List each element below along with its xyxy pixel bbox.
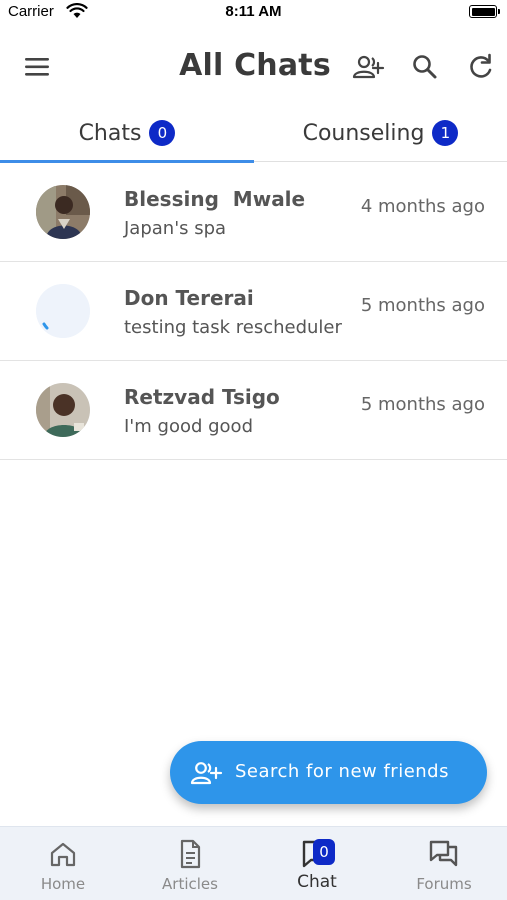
app-header: All Chats <box>0 40 507 96</box>
chat-preview: Japan's spa <box>124 218 227 239</box>
add-friend-button[interactable] <box>352 52 386 82</box>
document-icon <box>180 839 201 869</box>
nav-chat-label: Chat <box>297 872 337 892</box>
loading-spinner-icon <box>36 284 90 338</box>
tab-counseling-label: Counseling <box>302 120 425 146</box>
forums-icon <box>429 840 458 867</box>
chat-timestamp: 4 months ago <box>360 196 485 217</box>
nav-forums-label: Forums <box>416 875 472 893</box>
hamburger-menu-icon <box>25 58 49 76</box>
tab-chats-badge: 0 <box>149 120 176 146</box>
status-bar: Carrier 8:11 AM <box>0 0 507 28</box>
nav-chat-badge: 0 <box>313 839 335 865</box>
chat-timestamp: 5 months ago <box>360 394 485 415</box>
chat-name: Blessing Mwale <box>124 187 306 211</box>
chat-list-item[interactable]: Don Tererai testing task rescheduler 5 m… <box>0 262 507 361</box>
battery-icon <box>469 5 500 18</box>
search-new-friends-button[interactable]: Search for new friends <box>170 741 487 804</box>
chat-name: Retzvad Tsigo <box>124 385 280 409</box>
tab-chats[interactable]: Chats 0 <box>0 104 254 162</box>
nav-chat[interactable]: 0 Chat <box>254 827 380 900</box>
tab-counseling[interactable]: Counseling 1 <box>254 104 507 162</box>
chat-name: Don Tererai <box>124 286 254 310</box>
chat-list-item[interactable]: Blessing Mwale Japan's spa 4 months ago <box>0 163 507 262</box>
user-photo-avatar <box>36 185 90 239</box>
nav-forums[interactable]: Forums <box>381 827 507 900</box>
nav-home[interactable]: Home <box>0 827 126 900</box>
avatar <box>36 185 90 239</box>
chat-preview: I'm good good <box>124 416 253 437</box>
avatar <box>36 284 90 338</box>
nav-home-label: Home <box>40 875 86 893</box>
fab-label: Search for new friends <box>235 761 449 782</box>
chat-list: Blessing Mwale Japan's spa 4 months ago … <box>0 163 507 460</box>
menu-button[interactable] <box>20 52 54 82</box>
chat-list-item[interactable]: Retzvad Tsigo I'm good good 5 months ago <box>0 361 507 460</box>
refresh-button[interactable] <box>464 52 498 82</box>
person-add-icon <box>352 55 385 79</box>
person-add-icon <box>190 762 223 785</box>
page-title: All Chats <box>179 48 331 83</box>
search-button[interactable] <box>408 52 442 82</box>
nav-articles-label: Articles <box>162 875 218 893</box>
chat-timestamp: 5 months ago <box>360 295 485 316</box>
user-photo-avatar <box>36 383 90 437</box>
tab-chats-label: Chats <box>78 120 142 146</box>
tab-counseling-badge: 1 <box>432 120 459 146</box>
search-icon <box>413 55 437 79</box>
status-time: 8:11 AM <box>225 3 282 20</box>
home-icon <box>50 842 76 867</box>
avatar <box>36 383 90 437</box>
refresh-icon <box>470 53 492 78</box>
chat-preview: testing task rescheduler <box>124 317 342 338</box>
nav-articles[interactable]: Articles <box>127 827 253 900</box>
bottom-navigation: Home Articles 0 Chat Forums <box>0 826 507 900</box>
chat-tabs: Chats 0 Counseling 1 <box>0 104 507 163</box>
